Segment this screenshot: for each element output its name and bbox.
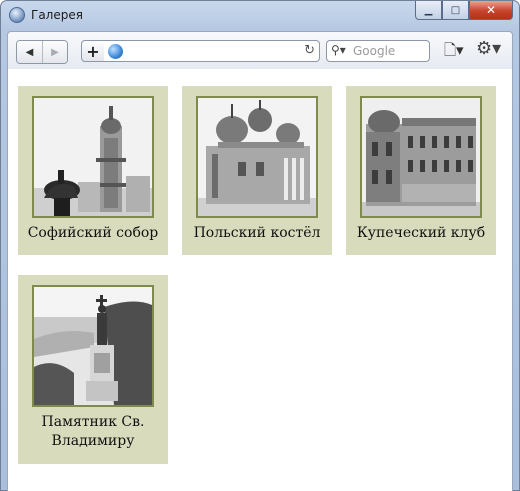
address-bar[interactable]: ↻ <box>104 40 320 62</box>
back-button[interactable]: ◀ <box>17 41 42 63</box>
search-placeholder: Google <box>353 44 396 58</box>
gallery-caption: Софийский собор <box>27 225 159 241</box>
gallery-item[interactable]: Польский костёл <box>182 86 332 255</box>
gallery-caption: Памятник Св. Владимиру <box>41 414 145 449</box>
vladimir-monument-photo <box>34 287 152 405</box>
forward-button[interactable]: ▶ <box>42 41 67 63</box>
gallery-photo[interactable] <box>196 96 318 218</box>
globe-icon <box>108 44 123 59</box>
gallery-photo[interactable] <box>360 96 482 218</box>
gallery-photo[interactable] <box>32 285 154 407</box>
minimize-button[interactable]: ▁ <box>415 1 442 20</box>
maximize-button[interactable]: □ <box>442 1 469 20</box>
close-button[interactable]: ✕ <box>469 1 513 20</box>
sofia-cathedral-photo <box>34 98 152 216</box>
search-icon[interactable]: ⚲▾ <box>331 43 346 57</box>
nav-buttons: ◀ ▶ <box>16 40 68 64</box>
gallery-caption: Купеческий клуб <box>356 225 486 241</box>
forward-arrow-icon: ▶ <box>51 46 59 58</box>
window-controls: ▁ □ ✕ <box>415 1 513 20</box>
title-bar[interactable]: Галерея ▁ □ ✕ <box>1 1 519 31</box>
page-menu-icon[interactable]: 🗋▾ <box>444 40 464 65</box>
gallery-item[interactable]: Софийский собор <box>18 86 168 255</box>
gallery-item[interactable]: Купеческий клуб <box>346 86 496 255</box>
page-content: Софийский собор Польский костёл Купеческ… <box>7 69 513 491</box>
polish-church-photo <box>198 98 316 216</box>
plus-icon: + <box>86 41 100 61</box>
back-arrow-icon: ◀ <box>25 46 34 58</box>
merchant-club-photo <box>362 98 480 216</box>
window-title: Галерея <box>31 8 83 22</box>
search-box[interactable]: ⚲▾ Google <box>326 40 430 62</box>
gallery-caption: Польский костёл <box>193 225 321 241</box>
browser-app-icon <box>9 7 25 23</box>
browser-toolbar: ◀ ▶ + ↻ ⚲▾ Google 🗋▾ ⚙▾ <box>7 31 513 69</box>
reload-icon[interactable]: ↻ <box>304 43 315 58</box>
browser-window: Галерея ▁ □ ✕ ◀ ▶ + ↻ ⚲▾ Google 🗋▾ ⚙▾ Со… <box>0 0 520 491</box>
gallery-photo[interactable] <box>32 96 154 218</box>
gear-icon[interactable]: ⚙▾ <box>476 38 501 59</box>
add-bookmark-button[interactable]: + <box>81 40 105 62</box>
gallery-item[interactable]: Памятник Св. Владимиру <box>18 275 168 464</box>
